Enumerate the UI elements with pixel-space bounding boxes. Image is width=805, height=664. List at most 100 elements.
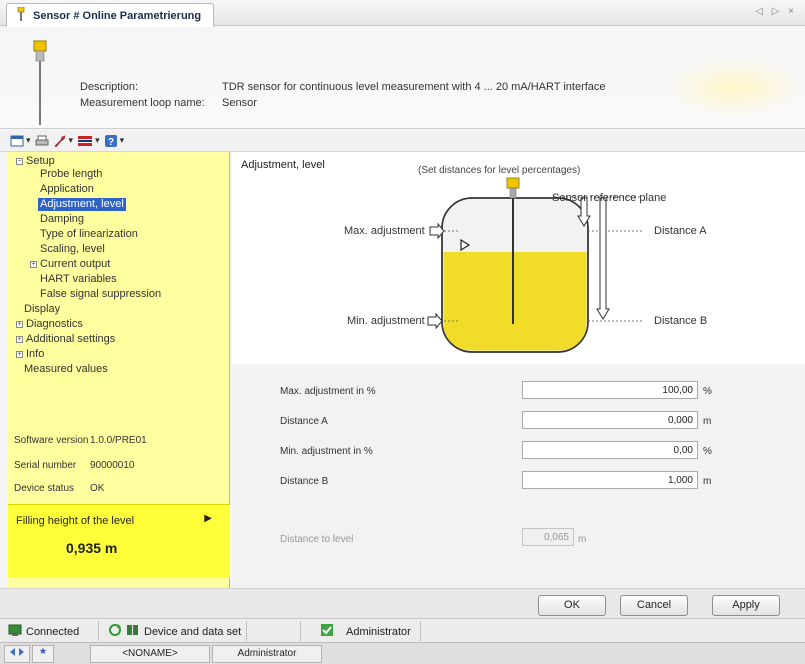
expand-icon[interactable]: +	[16, 321, 23, 328]
svg-text:?: ?	[108, 137, 114, 147]
device-dataset-icon	[126, 623, 140, 640]
triangle-right-icon[interactable]: ▶	[204, 513, 212, 524]
serial-number-value: 90000010	[90, 460, 135, 471]
sync-icon	[108, 623, 122, 640]
min-adjustment-unit: %	[703, 446, 712, 457]
max-adjustment-field-label: Max. adjustment in %	[280, 386, 376, 397]
tree-item-display[interactable]: Display	[24, 303, 60, 316]
tree-item-diagnostics[interactable]: + Diagnostics	[16, 318, 83, 331]
svg-text:*: *	[40, 646, 46, 658]
tree-item-application[interactable]: Application	[40, 183, 94, 196]
distance-to-level-input	[522, 528, 574, 546]
adjustment-form: Max. adjustment in % % Distance A m Min.…	[232, 364, 805, 588]
max-adjustment-input[interactable]	[522, 381, 698, 399]
adjustment-diagram-area: Adjustment, level (Set distances for lev…	[232, 152, 805, 362]
min-adjustment-label: Min. adjustment	[347, 315, 425, 327]
distance-a-label: Distance A	[654, 225, 707, 237]
expand-icon[interactable]: +	[16, 336, 23, 343]
tree-item-setup[interactable]: − Setup	[16, 155, 55, 168]
loop-name-label: Measurement loop name:	[80, 97, 205, 109]
tree-item-probe-length[interactable]: Probe length	[40, 168, 102, 181]
filling-height-box[interactable]: Filling height of the level ▶ 0,935 m	[8, 504, 230, 578]
distance-b-label: Distance B	[654, 315, 708, 327]
dialog-button-bar: OK Cancel Apply	[0, 588, 805, 618]
tab-sensor-online[interactable]: Sensor # Online Parametrierung	[6, 3, 214, 27]
serial-number-row: Serial number 90000010	[14, 460, 135, 471]
max-adjustment-label: Max. adjustment	[344, 225, 425, 237]
expand-icon[interactable]: +	[30, 261, 37, 268]
distance-b-unit: m	[703, 476, 712, 487]
expand-icon[interactable]: +	[16, 351, 23, 358]
header-labels: Description: Measurement loop name:	[80, 79, 205, 111]
filling-height-value: 0,935 m	[66, 540, 118, 556]
device-status-row: Device status OK	[14, 483, 104, 494]
user-status-label: Administrator	[346, 625, 411, 638]
connected-label: Connected	[26, 625, 80, 638]
flag-icon[interactable]: ▾	[77, 133, 100, 149]
tank-diagram	[427, 177, 644, 353]
status-separator	[300, 621, 301, 641]
network-icon[interactable]	[4, 645, 30, 663]
min-adjustment-input[interactable]	[522, 441, 698, 459]
distance-b-arrow	[596, 197, 610, 320]
asterisk-icon[interactable]: *	[32, 645, 54, 663]
tree-item-damping[interactable]: Damping	[40, 213, 84, 226]
software-version-row: Software version 1.0.0/PRE01	[14, 435, 147, 446]
tree-item-linearization[interactable]: Type of linearization	[40, 228, 138, 241]
software-version-label: Software version	[14, 435, 89, 446]
wrench-icon[interactable]: ▾	[53, 133, 73, 149]
distance-b-input[interactable]	[522, 471, 698, 489]
header-decoration	[665, 57, 805, 117]
device-dataset-label: Device and data set	[144, 625, 242, 638]
navigation-panel: − Setup Probe length Application Adjustme…	[8, 152, 230, 588]
serial-number-label: Serial number	[14, 460, 77, 471]
sensor-tab-icon	[15, 6, 27, 24]
description-label: Description:	[80, 81, 139, 93]
collapse-icon[interactable]: −	[16, 158, 23, 165]
tree-item-hart[interactable]: HART variables	[40, 273, 117, 286]
bottom-user-cell: Administrator	[212, 645, 322, 663]
distance-a-input[interactable]	[522, 411, 698, 429]
device-status-value: OK	[90, 483, 105, 494]
user-status: Administrator	[320, 623, 411, 640]
distance-b-field-label: Distance B	[280, 476, 329, 487]
loop-name-value: Sensor	[222, 97, 257, 109]
software-version-value: 1.0.0/PRE01	[90, 435, 147, 446]
distance-a-field-label: Distance A	[280, 416, 328, 427]
min-adjustment-arrow	[427, 312, 443, 330]
help-icon[interactable]: ? ▾	[104, 133, 124, 149]
bottom-bar: * <NONAME> Administrator	[0, 642, 805, 664]
tree-item-scaling[interactable]: Scaling, level	[40, 243, 105, 256]
device-status-label: Device status	[14, 483, 75, 494]
probe-icon	[30, 37, 50, 127]
tree-item-info[interactable]: + Info	[16, 348, 44, 361]
project-name-cell: <NONAME>	[90, 645, 210, 663]
apply-button[interactable]: Apply	[712, 595, 780, 616]
max-adjustment-unit: %	[703, 386, 712, 397]
window-icon[interactable]: ▾	[10, 133, 31, 149]
content-panel: Adjustment, level (Set distances for lev…	[232, 152, 805, 588]
status-separator	[246, 621, 247, 641]
status-separator	[98, 621, 99, 641]
ok-button[interactable]: OK	[538, 595, 606, 616]
distance-to-level-label: Distance to level	[280, 534, 354, 545]
header-values: TDR sensor for continuous level measurem…	[222, 79, 606, 111]
tank-sensor-head	[506, 177, 520, 189]
device-data-status: Device and data set	[108, 623, 241, 640]
connected-icon	[8, 623, 22, 640]
connection-status: Connected	[8, 623, 79, 640]
tree-item-adjustment-level[interactable]: Adjustment, level	[38, 198, 126, 211]
tree-item-measured-values[interactable]: Measured values	[24, 363, 108, 376]
description-value: TDR sensor for continuous level measurem…	[222, 81, 606, 93]
distance-a-unit: m	[703, 416, 712, 427]
tree-item-additional-settings[interactable]: + Additional settings	[16, 333, 115, 346]
tab-title: Sensor # Online Parametrierung	[33, 9, 202, 22]
tree-item-false-signal[interactable]: False signal suppression	[40, 288, 161, 301]
cancel-button[interactable]: Cancel	[620, 595, 688, 616]
tab-controls[interactable]: ◁ ▷ ×	[755, 6, 797, 17]
device-header: Description: Measurement loop name: TDR …	[0, 27, 805, 129]
filling-height-label: Filling height of the level	[16, 515, 135, 527]
tree-item-current-output[interactable]: + Current output	[30, 258, 110, 271]
toolbar: ▾ ▾ ▾ ? ▾	[0, 130, 805, 152]
printer-icon[interactable]	[35, 133, 49, 149]
